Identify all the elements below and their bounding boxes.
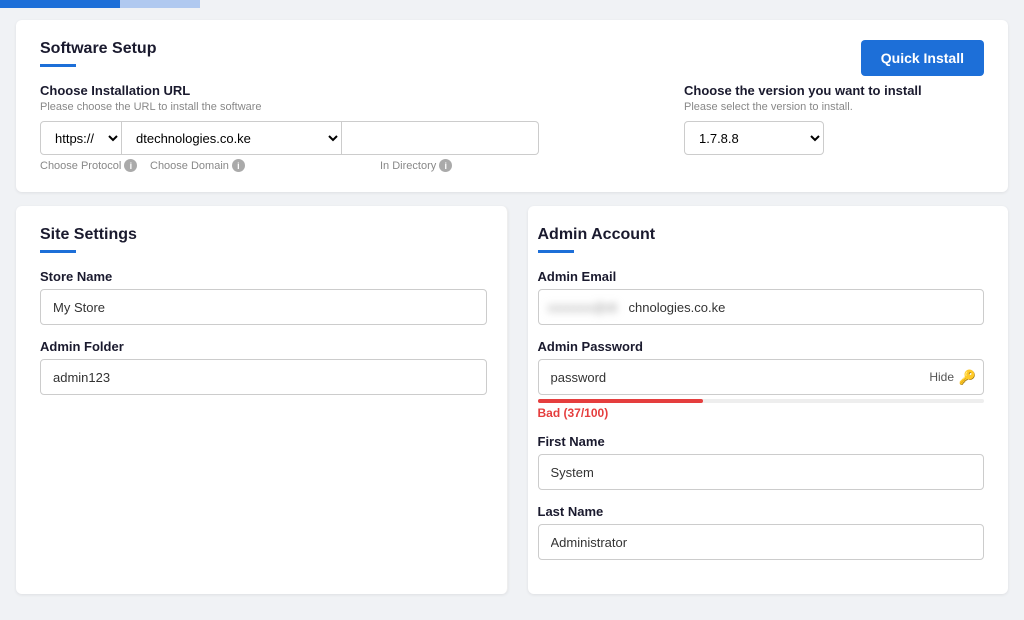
url-left: Choose Installation URL Please choose th… bbox=[40, 83, 684, 172]
first-name-input[interactable] bbox=[538, 454, 985, 490]
domain-sublabel: Choose Domain i bbox=[150, 159, 380, 172]
protocol-select[interactable]: https:// http:// bbox=[40, 121, 122, 155]
progress-step-2 bbox=[120, 0, 200, 8]
strength-bar bbox=[538, 399, 703, 403]
version-hint: Please select the version to install. bbox=[684, 101, 984, 113]
strength-label: Bad (37/100) bbox=[538, 406, 985, 420]
quick-install-button[interactable]: Quick Install bbox=[861, 40, 984, 76]
bottom-section: Site Settings Store Name Admin Folder Ad… bbox=[16, 206, 1008, 608]
last-name-label: Last Name bbox=[538, 504, 985, 519]
protocol-info-icon[interactable]: i bbox=[124, 159, 137, 172]
install-url-section: Choose Installation URL Please choose th… bbox=[40, 83, 984, 172]
site-settings-underline bbox=[40, 250, 76, 253]
admin-account-card: Admin Account Admin Email xxxxxxx@dt Adm… bbox=[528, 206, 1009, 594]
admin-email-field: Admin Email xxxxxxx@dt bbox=[538, 269, 985, 325]
admin-password-field: Admin Password Hide 🔑 Bad (37/100) bbox=[538, 339, 985, 420]
last-name-field: Last Name bbox=[538, 504, 985, 560]
progress-bar bbox=[0, 0, 1024, 8]
admin-account-underline bbox=[538, 250, 574, 253]
store-name-field: Store Name bbox=[40, 269, 487, 325]
domain-info-icon[interactable]: i bbox=[232, 159, 245, 172]
first-name-label: First Name bbox=[538, 434, 985, 449]
software-setup-underline bbox=[40, 64, 76, 67]
version-label: Choose the version you want to install bbox=[684, 83, 984, 98]
store-name-input[interactable] bbox=[40, 289, 487, 325]
url-sublabels: Choose Protocol i Choose Domain i In Dir… bbox=[40, 159, 684, 172]
version-section: Choose the version you want to install P… bbox=[684, 83, 984, 155]
admin-email-label: Admin Email bbox=[538, 269, 985, 284]
password-wrapper: Hide 🔑 bbox=[538, 359, 985, 395]
software-setup-title: Software Setup bbox=[40, 40, 984, 58]
admin-password-label: Admin Password bbox=[538, 339, 985, 354]
directory-info-icon[interactable]: i bbox=[439, 159, 452, 172]
admin-folder-input[interactable] bbox=[40, 359, 487, 395]
directory-input[interactable] bbox=[342, 121, 539, 155]
progress-step-1 bbox=[0, 0, 120, 8]
first-name-field: First Name bbox=[538, 434, 985, 490]
admin-password-input[interactable] bbox=[538, 359, 985, 395]
site-settings-card: Site Settings Store Name Admin Folder bbox=[16, 206, 508, 594]
admin-folder-field: Admin Folder bbox=[40, 339, 487, 395]
last-name-input[interactable] bbox=[538, 524, 985, 560]
directory-sublabel: In Directory i bbox=[380, 159, 684, 172]
url-hint: Please choose the URL to install the sof… bbox=[40, 101, 684, 113]
url-label: Choose Installation URL bbox=[40, 83, 684, 98]
site-settings-title: Site Settings bbox=[40, 226, 487, 244]
version-select[interactable]: 1.7.8.8 1.7.8.7 1.7.8.6 bbox=[684, 121, 824, 155]
password-toggle-button[interactable]: Hide bbox=[929, 370, 954, 384]
strength-bar-container bbox=[538, 399, 985, 403]
url-inputs: https:// http:// dtechnologies.co.ke bbox=[40, 121, 684, 155]
password-key-icon: 🔑 bbox=[959, 369, 976, 386]
protocol-sublabel: Choose Protocol i bbox=[40, 159, 150, 172]
domain-select[interactable]: dtechnologies.co.ke bbox=[122, 121, 342, 155]
software-setup-card: Software Setup Quick Install Choose Inst… bbox=[16, 20, 1008, 192]
store-name-label: Store Name bbox=[40, 269, 487, 284]
admin-folder-label: Admin Folder bbox=[40, 339, 487, 354]
admin-account-title: Admin Account bbox=[538, 226, 985, 244]
